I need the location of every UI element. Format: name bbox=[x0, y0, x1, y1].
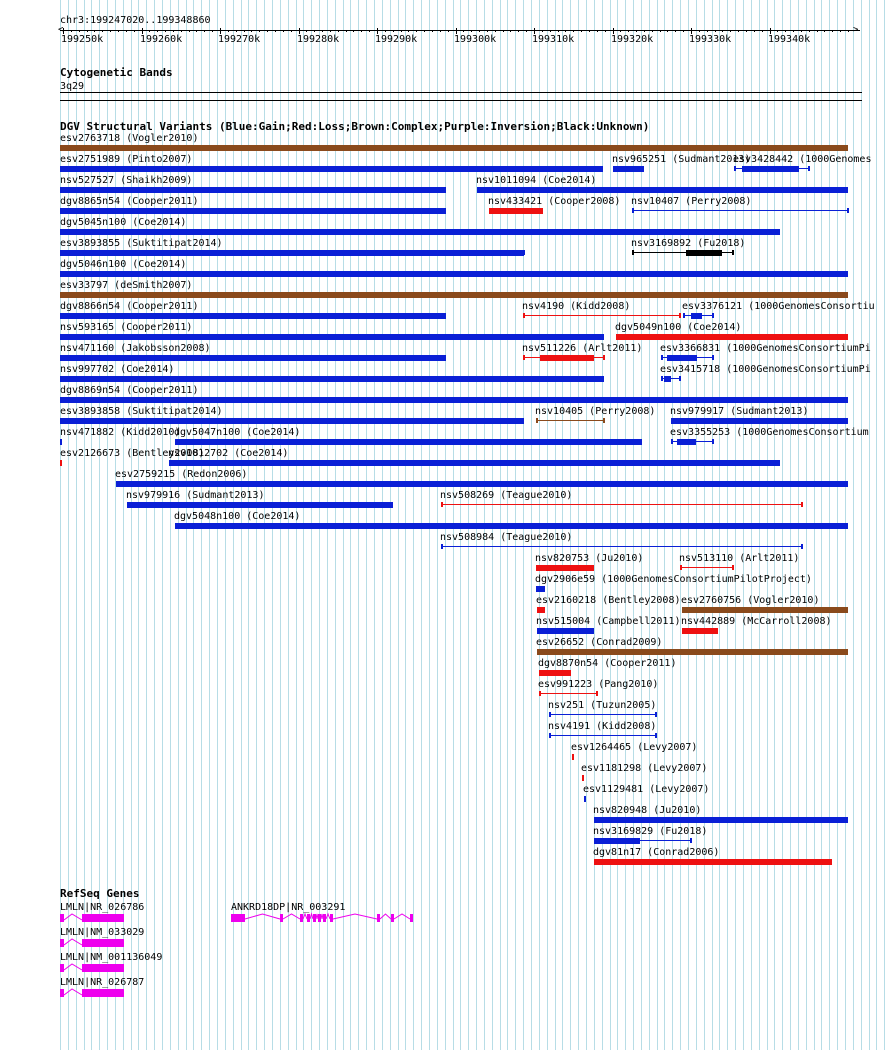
gene-exon bbox=[377, 914, 380, 922]
gene-intron bbox=[309, 912, 314, 920]
gene-exon bbox=[313, 914, 316, 922]
gene-intron bbox=[63, 938, 83, 946]
gene-exon bbox=[323, 914, 326, 922]
gene-intron bbox=[325, 912, 331, 920]
gene-exon bbox=[60, 914, 64, 922]
gene-exon bbox=[82, 964, 124, 972]
gene-intron bbox=[63, 988, 83, 996]
gene-exon bbox=[60, 989, 64, 997]
gene-exon bbox=[391, 914, 394, 922]
gene-exon bbox=[330, 914, 333, 922]
genome-browser-view: chr3:199247020..199348860 < >199250k 19926… bbox=[0, 0, 890, 1050]
gene-intron bbox=[320, 913, 324, 920]
gene-intron bbox=[244, 913, 281, 920]
gene-intron bbox=[332, 913, 378, 920]
gene-exon bbox=[60, 964, 64, 972]
gene-exon bbox=[300, 914, 303, 922]
gene-exon bbox=[231, 914, 245, 922]
gene-intron bbox=[63, 963, 83, 971]
gene-intron bbox=[282, 913, 301, 920]
gene-exon bbox=[280, 914, 283, 922]
gene-intron bbox=[393, 913, 411, 920]
gene-exon bbox=[82, 989, 124, 997]
refseq-gene-glyphs bbox=[60, 912, 413, 997]
gene-intron bbox=[63, 913, 83, 921]
gene-intron bbox=[302, 912, 308, 920]
gene-exon bbox=[318, 914, 321, 922]
gene-exon bbox=[82, 939, 124, 947]
gene-intron bbox=[315, 913, 319, 920]
gene-exon bbox=[410, 914, 413, 922]
gene-exon bbox=[82, 914, 124, 922]
gene-exon bbox=[60, 939, 64, 947]
gene-exon bbox=[307, 914, 310, 922]
gene-intron bbox=[379, 913, 392, 920]
